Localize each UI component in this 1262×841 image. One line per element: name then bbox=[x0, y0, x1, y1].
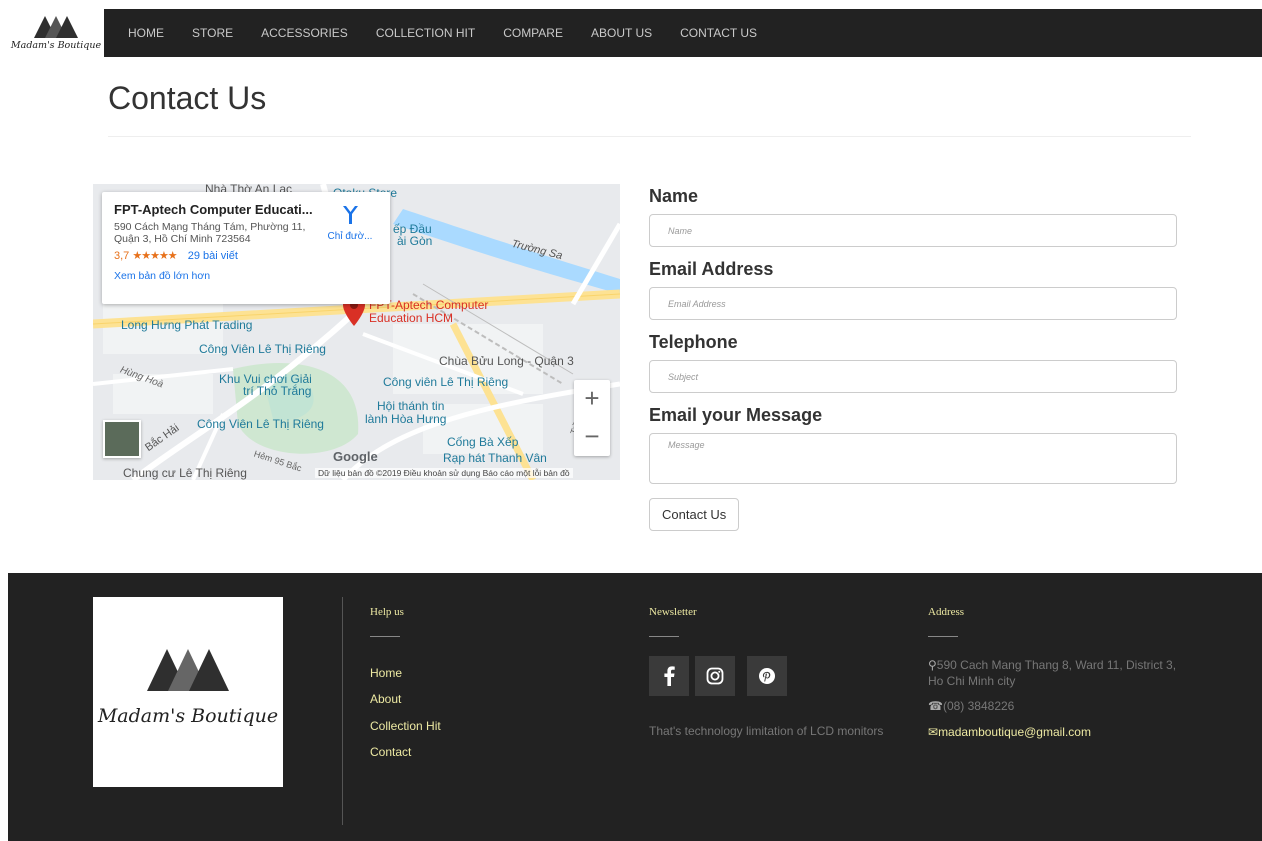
address-phone-text: (08) 3848226 bbox=[942, 699, 1015, 713]
footer-link-contact[interactable]: Contact bbox=[370, 745, 411, 759]
pinterest-button[interactable] bbox=[747, 656, 787, 696]
map-marker-icon: ⚲ bbox=[928, 658, 937, 672]
place-rating: 3,7 ★★★★★ 29 bài viết bbox=[114, 249, 378, 262]
title-divider bbox=[108, 136, 1191, 137]
map-attribution[interactable]: Dữ liệu bản đồ ©2019 Điều khoản sử dụng … bbox=[315, 468, 573, 478]
footer-logo: Madam's Boutique bbox=[93, 597, 283, 787]
address-phone: ☎(08) 3848226 bbox=[928, 698, 1014, 714]
map-label-hoi-thanh-2: lành Hòa Hưng bbox=[365, 412, 447, 426]
map-label-fpt-2: Education HCM bbox=[369, 311, 454, 325]
directions-icon bbox=[343, 206, 358, 224]
instagram-icon bbox=[706, 667, 724, 685]
newsletter-heading-rule bbox=[649, 636, 679, 637]
facebook-button[interactable] bbox=[649, 656, 689, 696]
page-title: Contact Us bbox=[108, 80, 267, 116]
pinterest-icon bbox=[759, 668, 775, 684]
zoom-in-button[interactable]: + bbox=[574, 380, 610, 418]
main-nav: HOME STORE ACCESSORIES COLLECTION HIT CO… bbox=[114, 9, 771, 57]
map-label-chung-cu: Chung cư Lê Thị Riêng bbox=[123, 466, 247, 480]
rating-stars-icon: ★★★★★ bbox=[132, 250, 177, 262]
larger-map-link[interactable]: Xem bản đồ lớn hơn bbox=[114, 270, 378, 282]
navbar: Madam's Boutique HOME STORE ACCESSORIES … bbox=[8, 9, 1262, 57]
map-label-long-hung: Long Hưng Phát Trading bbox=[121, 318, 253, 332]
map-label-khu-vui-2: trí Thỏ Trắng bbox=[243, 384, 312, 398]
address-heading: Address bbox=[928, 606, 965, 618]
newsletter-text: That's technology limitation of LCD moni… bbox=[649, 724, 884, 738]
directions-label: Chỉ đườ... bbox=[327, 231, 373, 242]
name-label: Name bbox=[649, 186, 699, 206]
nav-home[interactable]: HOME bbox=[114, 9, 178, 57]
footer-link-home[interactable]: Home bbox=[370, 666, 402, 680]
map-label-cong-vien-2: Công viên Lê Thị Riêng bbox=[383, 375, 509, 389]
map-label-cong-ba: Cống Bà Xếp bbox=[447, 435, 519, 449]
telephone-label: Telephone bbox=[649, 332, 738, 352]
reviews-link[interactable]: 29 bài viết bbox=[188, 250, 238, 262]
map-label-chua: Chùa Bửu Long - Quận 3 bbox=[439, 354, 574, 368]
phone-icon: ☎ bbox=[928, 699, 943, 713]
place-address: 590 Cách Mạng Tháng Tám, Phường 11, Quận… bbox=[114, 221, 306, 245]
brand-name: Madam's Boutique bbox=[10, 40, 102, 51]
nav-about-us[interactable]: ABOUT US bbox=[577, 9, 666, 57]
nav-contact-us[interactable]: CONTACT US bbox=[666, 9, 771, 57]
message-textarea[interactable] bbox=[649, 433, 1177, 484]
footer-logo-text: Madam's Boutique bbox=[97, 705, 279, 727]
help-heading-rule bbox=[370, 636, 400, 637]
logo-mark-icon bbox=[34, 16, 78, 38]
contact-us-button[interactable]: Contact Us bbox=[649, 498, 740, 531]
google-map[interactable]: Nhà Thờ An Lạc Otaku Store ếp Đầu ài Gòn… bbox=[93, 184, 620, 480]
google-logo: Google bbox=[333, 449, 378, 464]
footer-link-about[interactable]: About bbox=[370, 692, 401, 706]
email-label: Email Address bbox=[649, 259, 774, 279]
map-label-hoi-thanh-1: Hội thánh tin bbox=[377, 399, 445, 413]
nav-accessories[interactable]: ACCESSORIES bbox=[247, 9, 362, 57]
address-street-text: 590 Cach Mang Thang 8, Ward 11, District… bbox=[928, 658, 1177, 688]
facebook-icon bbox=[664, 666, 675, 686]
help-heading: Help us bbox=[370, 606, 404, 618]
footer-logo-mark-icon bbox=[147, 649, 229, 691]
footer-link-collection-hit[interactable]: Collection Hit bbox=[370, 719, 441, 733]
telephone-input[interactable] bbox=[649, 360, 1177, 393]
zoom-out-button[interactable]: − bbox=[574, 418, 610, 456]
address-email-text: madamboutique@gmail.com bbox=[938, 725, 1091, 739]
rating-score: 3,7 bbox=[114, 250, 130, 262]
contact-form: Name Email Address Telephone Email your … bbox=[649, 186, 1177, 531]
nav-compare[interactable]: COMPARE bbox=[489, 9, 577, 57]
map-info-card: FPT-Aptech Computer Educati... 590 Cách … bbox=[102, 192, 390, 304]
name-input[interactable] bbox=[649, 214, 1177, 247]
satellite-toggle[interactable] bbox=[103, 420, 141, 458]
address-street: ⚲590 Cach Mang Thang 8, Ward 11, Distric… bbox=[928, 657, 1178, 689]
newsletter-heading: Newsletter bbox=[649, 606, 697, 618]
map-label-rap-hat: Rạp hát Thanh Vân bbox=[443, 451, 547, 465]
map-label-cong-vien-3: Công Viên Lê Thị Riêng bbox=[197, 417, 324, 431]
zoom-controls: + − bbox=[574, 380, 610, 456]
brand-logo[interactable]: Madam's Boutique bbox=[8, 9, 104, 57]
footer-divider bbox=[342, 597, 343, 825]
nav-store[interactable]: STORE bbox=[178, 9, 247, 57]
directions-button[interactable]: Chỉ đườ... bbox=[320, 204, 380, 242]
address-email[interactable]: ✉madamboutique@gmail.com bbox=[928, 724, 1091, 740]
envelope-icon: ✉ bbox=[928, 725, 939, 739]
email-input[interactable] bbox=[649, 287, 1177, 320]
footer: Madam's Boutique Help us Home About Coll… bbox=[8, 573, 1262, 841]
map-label-cong-vien-1: Công Viên Lê Thị Riêng bbox=[199, 342, 326, 356]
instagram-button[interactable] bbox=[695, 656, 735, 696]
map-label-sai-gon: ài Gòn bbox=[397, 234, 433, 248]
message-label: Email your Message bbox=[649, 405, 823, 425]
address-heading-rule bbox=[928, 636, 958, 637]
nav-collection-hit[interactable]: COLLECTION HIT bbox=[362, 9, 489, 57]
